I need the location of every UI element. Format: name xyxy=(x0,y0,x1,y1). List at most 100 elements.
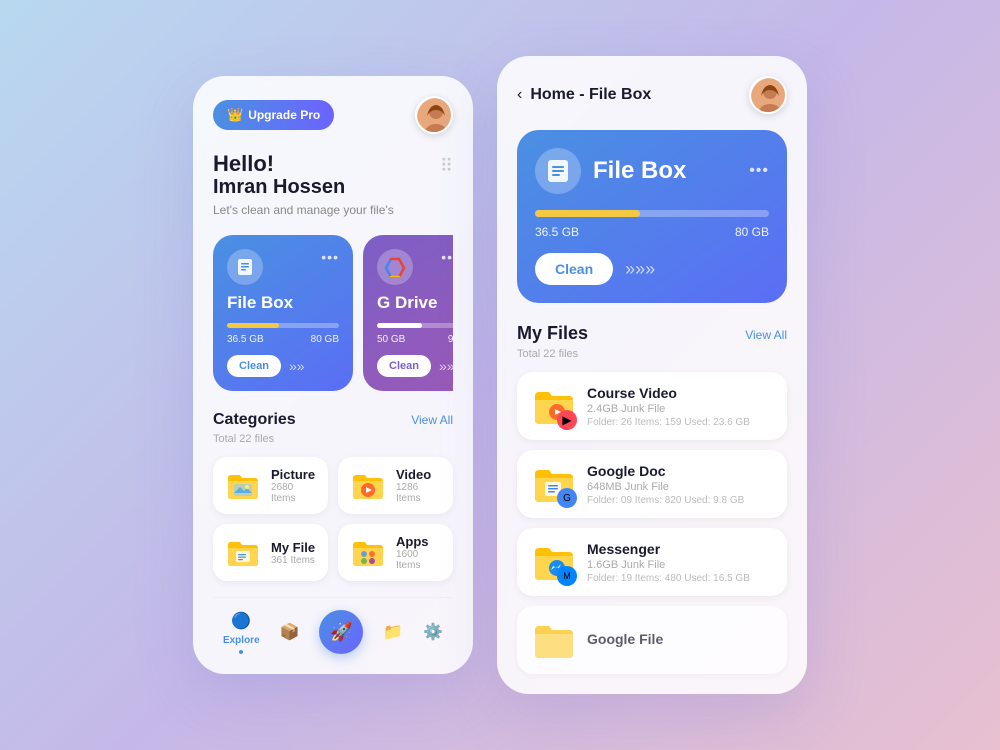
upgrade-pro-button[interactable]: 👑 Upgrade Pro xyxy=(213,100,334,130)
big-card-dots[interactable]: ••• xyxy=(749,162,769,180)
top-bar: 👑 Upgrade Pro xyxy=(213,96,453,134)
google-doc-name: Google Doc xyxy=(587,463,773,479)
myfile-folder-icon xyxy=(225,535,261,571)
category-myfile-info: My File 361 Items xyxy=(271,540,315,566)
myfile-count: 361 Items xyxy=(271,555,315,566)
google-doc-folder-icon: G xyxy=(531,462,575,506)
messenger-badge: M xyxy=(557,566,577,586)
google-doc-details: Folder: 09 Items: 820 Used: 9.8 GB xyxy=(587,495,773,506)
file-item-google-doc[interactable]: G Google Doc 648MB Junk File Folder: 09 … xyxy=(517,450,787,518)
gdrive-clean-button[interactable]: Clean xyxy=(377,355,431,377)
gdrive-icon xyxy=(377,249,413,285)
apps-folder-icon xyxy=(350,535,386,571)
course-video-details: Folder: 26 Items: 159 Used: 23.6 GB xyxy=(587,417,773,428)
file-item-google-file[interactable]: Google File xyxy=(517,606,787,674)
category-video[interactable]: Video 1286 Items xyxy=(338,457,453,514)
file-item-messenger[interactable]: M Messenger 1.6GB Junk File Folder: 19 I… xyxy=(517,528,787,596)
file-list: ▶ Course Video 2.4GB Junk File Folder: 2… xyxy=(517,372,787,674)
settings-icon: ⚙️ xyxy=(423,622,443,642)
messenger-details: Folder: 19 Items: 480 Used: 16.5 GB xyxy=(587,573,773,584)
video-name: Video xyxy=(396,467,441,482)
back-button[interactable]: ‹ xyxy=(517,86,522,104)
big-storage-nums: 36.5 GB 80 GB xyxy=(535,225,769,239)
gdrive-arrows-icon: »» xyxy=(439,358,453,374)
right-avatar[interactable] xyxy=(749,76,787,114)
category-video-info: Video 1286 Items xyxy=(396,467,441,504)
messenger-name: Messenger xyxy=(587,541,773,557)
video-count: 1286 Items xyxy=(396,482,441,504)
card-title: File Box xyxy=(227,293,339,313)
categories-total: Total 22 files xyxy=(213,433,453,445)
nav-settings[interactable]: ⚙️ xyxy=(423,622,443,642)
storage-bar-fill xyxy=(227,323,279,328)
categories-header: Categories View All xyxy=(213,411,453,429)
apps-count: 1600 Items xyxy=(396,549,441,571)
storage-nums: 36.5 GB 80 GB xyxy=(227,334,339,345)
big-clean-button[interactable]: Clean xyxy=(535,253,613,285)
bottom-nav: 🔵 Explore 📦 🚀 📁 ⚙️ xyxy=(213,597,453,654)
gdrive-storage-bar-fill xyxy=(377,323,422,328)
rocket-icon: 🚀 xyxy=(330,622,352,643)
gdrive-card-dots[interactable]: ••• xyxy=(441,249,453,265)
gdrive-storage-nums: 50 GB 90 xyxy=(377,334,453,345)
avatar[interactable] xyxy=(415,96,453,134)
categories-title: Categories xyxy=(213,411,296,429)
google-file-folder-icon xyxy=(531,618,575,662)
course-video-name: Course Video xyxy=(587,385,773,401)
my-files-header: My Files View All xyxy=(517,323,787,344)
right-screen: ‹ Home - File Box xyxy=(497,56,807,694)
card-bottom: Clean »» xyxy=(227,355,339,377)
left-screen: 👑 Upgrade Pro Hello! Imran Hossen Let's … xyxy=(193,76,473,674)
category-myfile[interactable]: My File 361 Items xyxy=(213,524,328,581)
my-files-view-all[interactable]: View All xyxy=(745,328,787,342)
nav-explore-label: Explore xyxy=(223,635,260,646)
user-name: Imran Hossen xyxy=(213,176,394,199)
google-file-info: Google File xyxy=(587,631,773,649)
my-files-section: My Files View All Total 22 files ▶ xyxy=(517,323,787,674)
cards-row: ••• File Box 36.5 GB 80 GB Clean »» xyxy=(213,235,453,391)
gdrive-card: ••• G Drive 50 GB 90 Clean »» xyxy=(363,235,453,391)
categories-section: Categories View All Total 22 files Pictu… xyxy=(213,411,453,581)
back-title: ‹ Home - File Box xyxy=(517,86,651,104)
categories-view-all[interactable]: View All xyxy=(411,413,453,427)
big-card-bottom: Clean »»» xyxy=(535,253,769,285)
right-top-bar: ‹ Home - File Box xyxy=(517,76,787,114)
fab-button[interactable]: 🚀 xyxy=(319,610,363,654)
category-picture[interactable]: Picture 2680 Items xyxy=(213,457,328,514)
google-doc-junk: 648MB Junk File xyxy=(587,481,773,493)
messenger-folder-icon: M xyxy=(531,540,575,584)
arrows-icon: »» xyxy=(289,358,305,374)
nav-dot xyxy=(239,650,243,654)
gdrive-storage-bar-bg xyxy=(377,323,453,328)
clean-button[interactable]: Clean xyxy=(227,355,281,377)
subtitle: Let's clean and manage your file's xyxy=(213,203,394,217)
file-item-course-video[interactable]: ▶ Course Video 2.4GB Junk File Folder: 2… xyxy=(517,372,787,440)
messenger-info: Messenger 1.6GB Junk File Folder: 19 Ite… xyxy=(587,541,773,584)
big-storage-bar-fill xyxy=(535,210,640,217)
nav-box[interactable]: 📦 xyxy=(280,622,300,642)
big-storage-bar-bg xyxy=(535,210,769,217)
course-video-folder-icon: ▶ xyxy=(531,384,575,428)
menu-dots[interactable]: ⠿ xyxy=(440,156,453,177)
google-file-name: Google File xyxy=(587,631,773,647)
category-apps[interactable]: Apps 1600 Items xyxy=(338,524,453,581)
files-icon: 📁 xyxy=(383,622,403,642)
my-files-total: Total 22 files xyxy=(517,348,787,360)
google-doc-info: Google Doc 648MB Junk File Folder: 09 It… xyxy=(587,463,773,506)
card-dots[interactable]: ••• xyxy=(321,249,339,265)
gdrive-card-bottom: Clean »» xyxy=(377,355,453,377)
myfile-name: My File xyxy=(271,540,315,555)
messenger-junk: 1.6GB Junk File xyxy=(587,559,773,571)
box-icon: 📦 xyxy=(280,622,300,642)
categories-grid: Picture 2680 Items Video 1286 Items xyxy=(213,457,453,581)
big-arrows-icon: »»» xyxy=(625,259,655,280)
greeting-section: Hello! Imran Hossen Let's clean and mana… xyxy=(213,152,453,217)
category-picture-info: Picture 2680 Items xyxy=(271,467,316,504)
big-card-icon xyxy=(535,148,581,194)
big-file-box-card: File Box ••• 36.5 GB 80 GB Clean »»» xyxy=(517,130,787,303)
nav-files[interactable]: 📁 xyxy=(383,622,403,642)
picture-name: Picture xyxy=(271,467,316,482)
apps-name: Apps xyxy=(396,534,441,549)
google-doc-badge: G xyxy=(557,488,577,508)
nav-explore[interactable]: 🔵 Explore xyxy=(223,611,260,654)
